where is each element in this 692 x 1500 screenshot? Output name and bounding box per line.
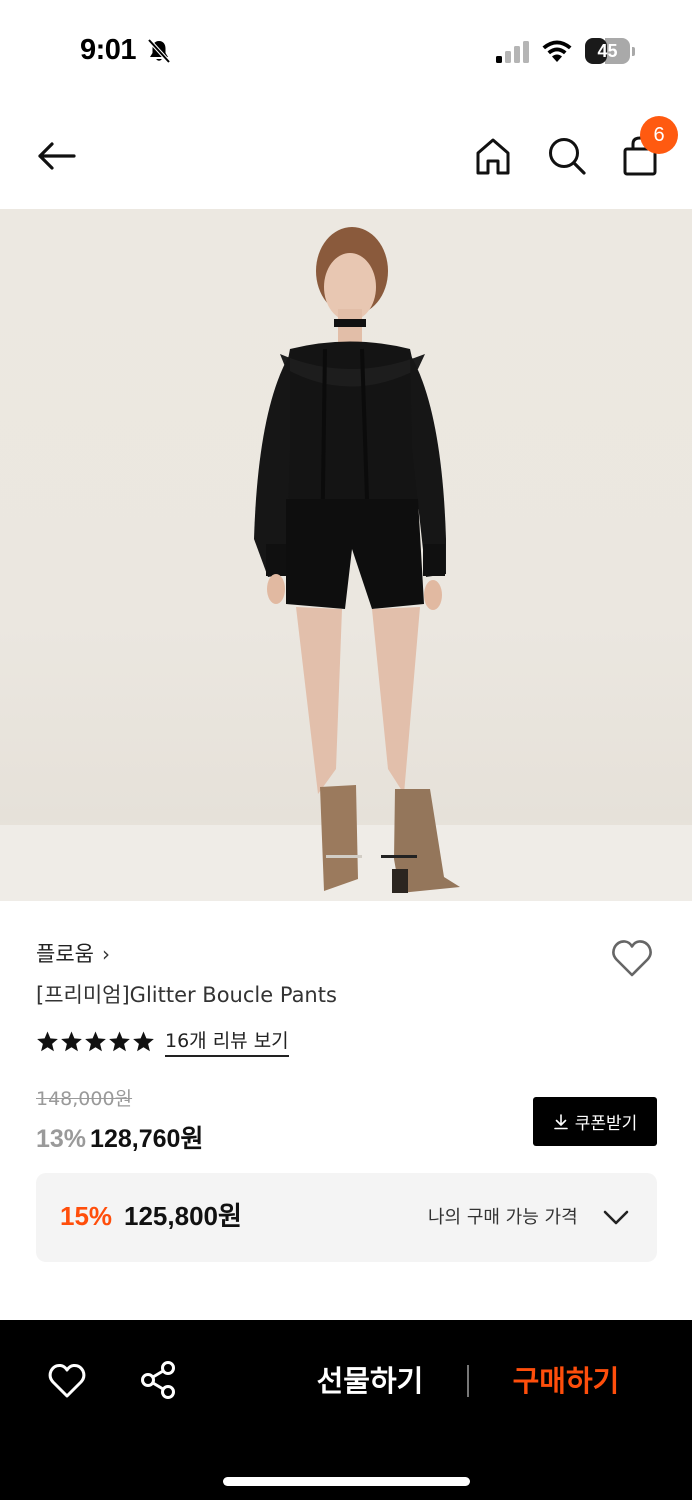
discount-percent: 13% bbox=[36, 1125, 87, 1153]
back-icon[interactable] bbox=[34, 134, 78, 178]
product-image[interactable] bbox=[0, 209, 692, 901]
model-photo bbox=[254, 227, 460, 893]
home-indicator bbox=[223, 1477, 470, 1486]
download-icon bbox=[553, 1113, 568, 1129]
price-row: 13% 128,760원 bbox=[36, 1121, 203, 1157]
search-icon[interactable] bbox=[545, 134, 589, 178]
cart-count-badge: 6 bbox=[640, 116, 678, 154]
my-price-discount: 15% bbox=[60, 1201, 113, 1231]
signal-icon bbox=[496, 41, 529, 63]
product-title: [프리미엄]Glitter Boucle Pants bbox=[36, 983, 337, 1007]
my-price-box[interactable]: 15% 125,800원 나의 구매 가능 가격 bbox=[36, 1173, 657, 1262]
gift-button[interactable]: 선물하기 bbox=[300, 1358, 440, 1404]
carousel-dot-2-active[interactable] bbox=[381, 855, 417, 858]
heart-icon[interactable] bbox=[47, 1362, 87, 1400]
my-price-value: 125,800원 bbox=[124, 1201, 242, 1231]
home-icon[interactable] bbox=[471, 134, 515, 178]
brand-link[interactable]: 플로움 › bbox=[36, 939, 110, 969]
original-price: 148,000원 bbox=[36, 1088, 133, 1110]
battery-percent: 45 bbox=[597, 41, 618, 61]
battery-icon: 45 bbox=[585, 38, 635, 64]
status-time: 9:01 bbox=[80, 34, 137, 66]
wishlist-heart-icon[interactable] bbox=[610, 936, 654, 980]
star-icon bbox=[61, 1031, 82, 1052]
carousel-dot-1[interactable] bbox=[326, 855, 362, 858]
buy-button[interactable]: 구매하기 bbox=[496, 1358, 636, 1404]
bell-muted-icon bbox=[147, 38, 171, 64]
star-icon bbox=[85, 1031, 106, 1052]
my-price-label: 나의 구매 가능 가격 bbox=[428, 1207, 578, 1228]
share-icon[interactable] bbox=[138, 1360, 178, 1400]
top-nav bbox=[0, 110, 692, 208]
review-link[interactable]: 16개 리뷰 보기 bbox=[165, 1028, 289, 1057]
divider bbox=[467, 1365, 469, 1397]
coupon-button[interactable]: 쿠폰받기 bbox=[533, 1097, 657, 1146]
coupon-label: 쿠폰받기 bbox=[574, 1114, 638, 1134]
star-icon bbox=[109, 1031, 130, 1052]
star-icon bbox=[133, 1031, 154, 1052]
carousel-indicator bbox=[0, 855, 692, 859]
star-icon bbox=[37, 1031, 58, 1052]
status-bar: 9:01 45 bbox=[0, 0, 692, 100]
chevron-down-icon[interactable] bbox=[602, 1207, 630, 1227]
chevron-right-icon: › bbox=[101, 942, 110, 966]
bottom-action-bar: 선물하기 구매하기 bbox=[0, 1320, 692, 1500]
wifi-icon bbox=[542, 40, 572, 62]
sale-price: 128,760원 bbox=[90, 1125, 204, 1153]
battery-cap bbox=[632, 47, 635, 56]
brand-name: 플로움 bbox=[36, 942, 94, 966]
